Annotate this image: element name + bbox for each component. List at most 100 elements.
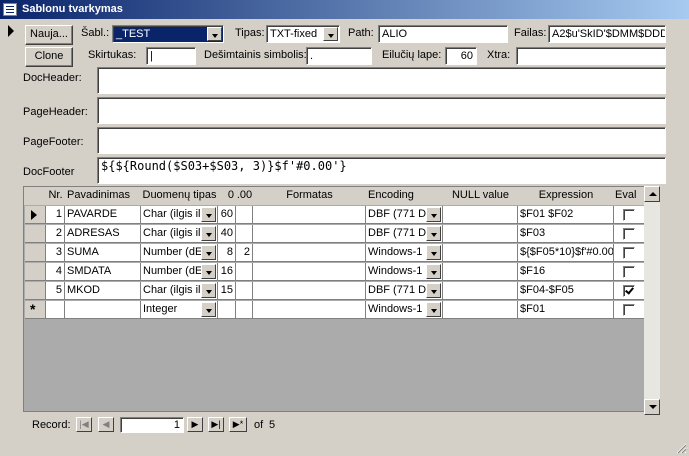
cell-pavadinimas[interactable]: SMDATA [65,263,141,281]
chevron-down-icon[interactable] [323,27,338,41]
eval-checkbox[interactable] [623,209,635,221]
cell-null-value[interactable] [443,263,518,281]
chevron-down-icon[interactable] [207,27,222,41]
cell-pavadinimas[interactable]: MKOD [65,282,141,300]
cell-expression[interactable]: $F03 [518,225,614,243]
cell-pavadinimas[interactable] [65,301,141,319]
cell-null-value[interactable] [443,282,518,300]
chevron-down-icon[interactable] [426,245,441,260]
eval-checkbox[interactable] [623,304,635,316]
header-encoding[interactable]: Encoding [366,187,443,205]
cell-nr[interactable]: 4 [46,263,65,281]
cell-null-value[interactable] [443,301,518,319]
cell-expression[interactable]: ${$F05*10}$f'#0.00 [518,244,614,262]
cell-decimals[interactable] [236,301,253,319]
prev-record-button[interactable]: ◀ [98,417,114,432]
chevron-down-icon[interactable] [426,264,441,279]
cell-nr[interactable] [46,301,65,319]
desimtainis-field[interactable]: . [306,47,372,65]
cell-encoding[interactable]: Windows-1 [366,244,443,262]
size-grip-icon[interactable] [675,442,687,454]
cell-encoding[interactable]: DBF (771 Du [366,225,443,243]
sabl-combo[interactable]: _TEST [112,25,224,43]
cell-encoding[interactable]: Windows-1 [366,301,443,319]
cell-decimals[interactable] [236,206,253,224]
cell-encoding[interactable]: Windows-1 [366,263,443,281]
chevron-down-icon[interactable] [201,283,216,298]
cell-duomenu-tipas[interactable]: Char (ilgis il [141,225,218,243]
cell-eval[interactable] [614,263,644,281]
cell-pavadinimas[interactable]: PAVARDE [65,206,141,224]
eval-checkbox[interactable] [623,228,635,240]
xtra-field[interactable] [516,47,666,65]
cell-formatas[interactable] [253,206,366,224]
chevron-down-icon[interactable] [201,264,216,279]
cell-eval[interactable] [614,282,644,300]
header-eval[interactable]: Eval [614,187,644,205]
chevron-down-icon[interactable] [426,302,441,317]
cell-nr[interactable]: 1 [46,206,65,224]
path-field[interactable]: ALIO [378,25,508,43]
cell-null-value[interactable] [443,225,518,243]
row-selector[interactable] [25,225,46,243]
cell-duomenu-tipas[interactable]: Integer [141,301,218,319]
chevron-down-icon[interactable] [201,226,216,241]
cell-encoding[interactable]: DBF (771 Du [366,282,443,300]
header-expression[interactable]: Expression [518,187,614,205]
header-nr[interactable]: Nr. [46,187,65,205]
cell-duomenu-tipas[interactable]: Number (dE [141,244,218,262]
header-length[interactable]: 0 [218,187,236,205]
header-null-value[interactable]: NULL value [443,187,518,205]
row-selector[interactable] [25,263,46,281]
docheader-field[interactable] [97,67,666,94]
eiluciu-field[interactable]: 60 [445,47,477,65]
header-decimals[interactable]: .00 [236,187,253,205]
cell-duomenu-tipas[interactable]: Char (ilgis il [141,206,218,224]
cell-eval[interactable] [614,301,644,319]
cell-null-value[interactable] [443,206,518,224]
cell-expression[interactable]: $F04-$F05 [518,282,614,300]
cell-length[interactable]: 60 [218,206,236,224]
cell-null-value[interactable] [443,244,518,262]
cell-length[interactable]: 8 [218,244,236,262]
cell-formatas[interactable] [253,282,366,300]
cell-nr[interactable]: 3 [46,244,65,262]
cell-encoding[interactable]: DBF (771 Du [366,206,443,224]
cell-eval[interactable] [614,206,644,224]
chevron-down-icon[interactable] [201,302,216,317]
chevron-down-icon[interactable] [426,283,441,298]
cell-length[interactable]: 15 [218,282,236,300]
row-selector[interactable] [25,206,46,224]
cell-nr[interactable]: 2 [46,225,65,243]
cell-length[interactable]: 16 [218,263,236,281]
chevron-down-icon[interactable] [201,207,216,222]
cell-formatas[interactable] [253,225,366,243]
cell-expression[interactable]: $F01 [518,301,614,319]
eval-checkbox[interactable] [623,247,635,259]
header-pavadinimas[interactable]: Pavadinimas [65,187,141,205]
header-formatas[interactable]: Formatas [253,187,366,205]
cell-duomenu-tipas[interactable]: Char (ilgis il [141,282,218,300]
chevron-down-icon[interactable] [426,226,441,241]
header-duomenu-tipas[interactable]: Duomenų tipas [141,187,218,205]
next-record-button[interactable]: ▶ [187,417,203,432]
eval-checkbox[interactable] [623,285,635,297]
skirtukas-field[interactable]: | [146,47,196,65]
last-record-button[interactable]: ▶| [208,417,224,432]
record-number-field[interactable]: 1 [120,417,184,433]
chevron-down-icon[interactable] [201,245,216,260]
pagefooter-field[interactable] [97,127,666,154]
cell-decimals[interactable]: 2 [236,244,253,262]
cell-nr[interactable]: 5 [46,282,65,300]
row-selector[interactable] [25,282,46,300]
eval-checkbox[interactable] [623,266,635,278]
cell-length[interactable]: 40 [218,225,236,243]
cell-formatas[interactable] [253,301,366,319]
failas-field[interactable]: A2$u'SkID'$DMM$DDD: [548,25,666,43]
chevron-down-icon[interactable] [426,207,441,222]
scroll-down-icon[interactable] [644,399,660,415]
pageheader-field[interactable] [97,97,666,124]
new-template-button[interactable]: Nauja... [25,25,73,45]
cell-pavadinimas[interactable]: SUMA [65,244,141,262]
tipas-combo[interactable]: TXT-fixed [266,25,340,43]
